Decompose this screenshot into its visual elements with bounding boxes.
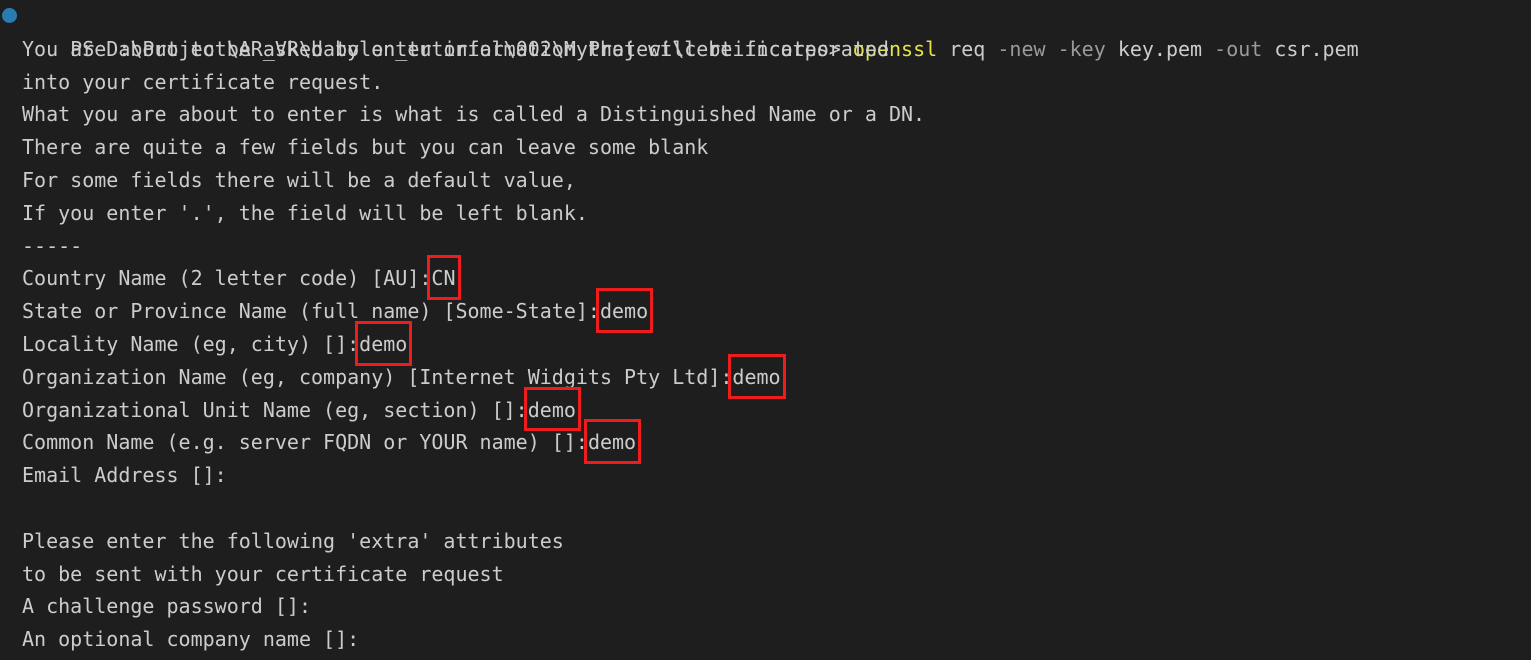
output-text: There are quite a few fields but you can… [22, 135, 709, 160]
dn-field-country[interactable]: Country Name (2 letter code) [AU]:CN [0, 255, 1531, 300]
dn-field-label: Country Name (2 letter code) [AU]: [22, 266, 432, 291]
command-prompt-line[interactable]: PS D:\Project\AR_VR\babylon_tutorial\002… [0, 0, 1531, 61]
output-line-intro-5: For some fields there will be a default … [0, 164, 1531, 197]
output-text: If you enter '.', the field will be left… [22, 200, 588, 225]
extra-field-label: An optional company name []: [22, 627, 360, 652]
terminal-window[interactable]: PS D:\Project\AR_VR\babylon_tutorial\002… [0, 0, 1531, 660]
output-line-separator: ----- [0, 230, 1531, 263]
dn-field-value-highlight[interactable]: demo [355, 321, 413, 366]
dn-field-label: Locality Name (eg, city) []: [22, 331, 360, 356]
dn-field-locality[interactable]: Locality Name (eg, city) []:demo [0, 321, 1531, 366]
dn-field-value-highlight[interactable]: demo [728, 353, 786, 399]
dn-field-value-highlight[interactable]: demo [523, 386, 582, 432]
dn-field-label: State or Province Name (full name) [Some… [22, 299, 600, 324]
dn-field-common-name[interactable]: Common Name (e.g. server FQDN or YOUR na… [0, 419, 1531, 464]
output-line-extra-2: to be sent with your certificate request [0, 558, 1531, 591]
dn-field-value-highlight[interactable]: CN [427, 255, 461, 300]
output-text: to be sent with your certificate request [22, 561, 504, 586]
dn-field-label: Common Name (e.g. server FQDN or YOUR na… [22, 430, 588, 455]
run-command-icon[interactable] [2, 8, 17, 23]
dn-field-state[interactable]: State or Province Name (full name) [Some… [0, 288, 1531, 333]
dn-field-email[interactable]: Email Address []: [0, 459, 1531, 492]
output-line-intro-4: There are quite a few fields but you can… [0, 131, 1531, 164]
extra-field-challenge-password[interactable]: A challenge password []: [0, 590, 1531, 623]
output-text: into your certificate request. [22, 69, 384, 94]
dn-field-value-highlight[interactable]: demo [595, 288, 654, 333]
dn-field-label: Email Address []: [22, 463, 227, 488]
dn-field-value-highlight[interactable]: demo [583, 419, 642, 464]
separator-text: ----- [22, 233, 83, 258]
output-line-intro-3: What you are about to enter is what is c… [0, 98, 1531, 131]
dn-field-label: Organization Name (eg, company) [Interne… [22, 364, 733, 389]
dn-field-organization[interactable]: Organization Name (eg, company) [Interne… [0, 353, 1531, 399]
dn-field-label: Organizational Unit Name (eg, section) [… [22, 397, 528, 422]
output-text: For some fields there will be a default … [22, 167, 576, 192]
output-line-intro-2: into your certificate request. [0, 66, 1531, 99]
output-text: You are about to be asked to enter infor… [22, 36, 889, 61]
output-line-extra-1: Please enter the following 'extra' attri… [0, 525, 1531, 558]
output-text: Please enter the following 'extra' attri… [22, 528, 564, 553]
output-line-intro-6: If you enter '.', the field will be left… [0, 197, 1531, 230]
extra-field-optional-company[interactable]: An optional company name []: [0, 623, 1531, 656]
output-line-intro-1: You are about to be asked to enter infor… [0, 33, 1531, 66]
extra-field-label: A challenge password []: [22, 594, 311, 619]
dn-field-organizational-unit[interactable]: Organizational Unit Name (eg, section) [… [0, 386, 1531, 432]
output-text: What you are about to enter is what is c… [22, 102, 926, 127]
